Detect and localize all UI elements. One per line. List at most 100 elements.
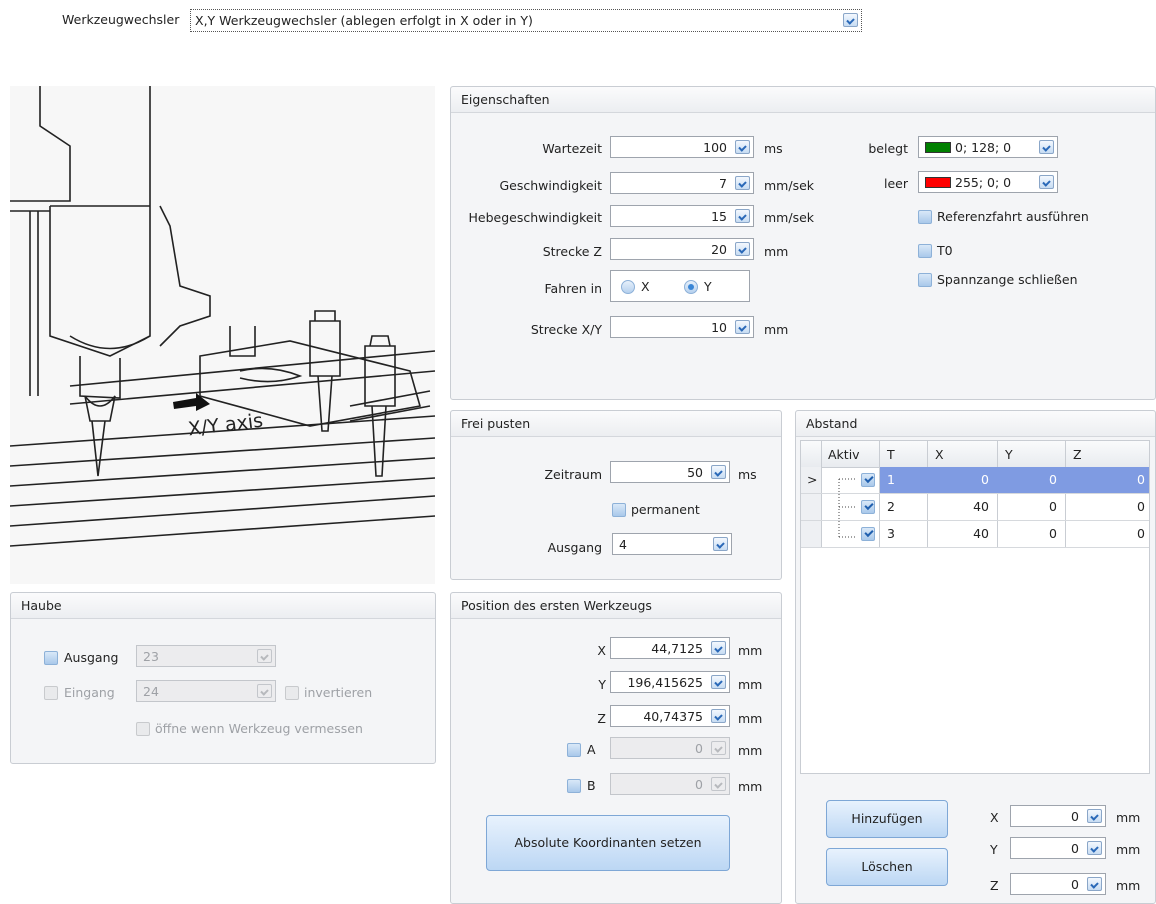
col-y: Y <box>1005 447 1013 462</box>
chevron-down-icon[interactable] <box>713 537 728 551</box>
add-button[interactable]: Hinzufügen <box>826 800 948 838</box>
ausgang-value: 4 <box>619 537 627 552</box>
abstand-z-value: 0 <box>1071 877 1079 892</box>
chevron-down-icon[interactable] <box>711 741 726 755</box>
abstand-x-input[interactable]: 0 <box>1010 805 1106 827</box>
col-t: T <box>887 447 895 462</box>
row-selector[interactable] <box>801 494 821 520</box>
haube-eingang-select[interactable]: 24 <box>136 680 276 702</box>
abstand-z-label: Z <box>990 878 999 893</box>
pos-a-unit: mm <box>738 743 763 758</box>
abstand-z-input[interactable]: 0 <box>1010 873 1106 895</box>
chevron-down-icon[interactable] <box>735 209 750 223</box>
chevron-down-icon[interactable] <box>1087 877 1102 891</box>
abstand-y-input[interactable]: 0 <box>1010 837 1106 859</box>
spannzange-checkbox[interactable] <box>918 273 932 287</box>
chevron-down-icon[interactable] <box>711 641 726 655</box>
belegt-color-select[interactable]: 0; 128; 0 <box>918 136 1058 158</box>
chevron-down-icon[interactable] <box>711 777 726 791</box>
ausgang-select[interactable]: 4 <box>612 533 732 555</box>
chevron-down-icon[interactable] <box>1087 841 1102 855</box>
permanent-checkbox[interactable] <box>612 503 626 517</box>
oeffne-checkbox[interactable] <box>136 722 150 736</box>
pos-z-input[interactable]: 40,74375 <box>610 705 730 727</box>
pos-y-input[interactable]: 196,415625 <box>610 671 730 693</box>
chevron-down-icon[interactable] <box>735 320 750 334</box>
fahren-x-label: X <box>641 279 650 294</box>
pos-b-value: 0 <box>695 777 703 792</box>
position-title: Position des ersten Werkzeugs <box>451 593 781 619</box>
chevron-down-icon[interactable] <box>257 649 272 663</box>
abstand-grid: Aktiv T X Y Z > 1 0 0 0 2 40 0 0 3 40 0 … <box>800 440 1150 774</box>
chevron-down-icon[interactable] <box>1087 809 1102 823</box>
abstand-z-unit: mm <box>1116 878 1141 893</box>
frei-pusten-title: Frei pusten <box>451 411 781 437</box>
haube-eingang-checkbox[interactable] <box>44 686 58 700</box>
invertieren-checkbox[interactable] <box>285 686 299 700</box>
pos-z-label: Z <box>597 711 606 726</box>
row-aktiv-checkbox[interactable] <box>861 473 875 487</box>
pos-b-label: B <box>587 778 596 793</box>
row-indicator-icon: > <box>807 472 818 487</box>
chevron-down-icon[interactable] <box>1039 140 1054 154</box>
chevron-down-icon[interactable] <box>843 13 858 27</box>
abstand-y-label: Y <box>990 842 998 857</box>
fahren-in-label: Fahren in <box>544 281 602 296</box>
toolchanger-value: X,Y Werkzeugwechsler (ablegen erfolgt in… <box>195 13 533 28</box>
pos-b-checkbox[interactable] <box>567 779 581 793</box>
machine-illustration: X/Y axis <box>10 86 435 584</box>
pos-z-unit: mm <box>738 711 763 726</box>
strecke-xy-value: 10 <box>711 320 727 335</box>
chevron-down-icon[interactable] <box>735 176 750 190</box>
chevron-down-icon[interactable] <box>711 675 726 689</box>
col-x: X <box>935 447 944 462</box>
row-x: 0 <box>981 472 989 487</box>
hebegeschwindigkeit-input[interactable]: 15 <box>610 205 754 227</box>
haube-ausgang-select[interactable]: 23 <box>136 645 276 667</box>
row-x: 40 <box>973 499 989 514</box>
strecke-z-value: 20 <box>711 242 727 257</box>
strecke-z-label: Strecke Z <box>542 244 602 259</box>
geschwindigkeit-input[interactable]: 7 <box>610 172 754 194</box>
referenzfahrt-checkbox[interactable] <box>918 210 932 224</box>
col-aktiv: Aktiv <box>828 447 860 462</box>
haube-ausgang-checkbox[interactable] <box>44 651 58 665</box>
chevron-down-icon[interactable] <box>735 140 750 154</box>
wartezeit-input[interactable]: 100 <box>610 136 754 158</box>
geschwindigkeit-label: Geschwindigkeit <box>499 178 602 193</box>
row-selector[interactable] <box>801 521 821 547</box>
toolchanger-label: Werkzeugwechsler <box>62 12 180 27</box>
strecke-xy-input[interactable]: 10 <box>610 316 754 338</box>
chevron-down-icon[interactable] <box>1039 175 1054 189</box>
hebegeschwindigkeit-label: Hebegeschwindigkeit <box>468 210 602 225</box>
strecke-z-input[interactable]: 20 <box>610 238 754 260</box>
strecke-xy-unit: mm <box>764 322 789 337</box>
pos-x-input[interactable]: 44,7125 <box>610 637 730 659</box>
fahren-x-radio[interactable] <box>621 280 635 294</box>
haube-eingang-label: Eingang <box>64 685 115 700</box>
wartezeit-value: 100 <box>703 140 727 155</box>
pos-b-input[interactable]: 0 <box>610 773 730 795</box>
leer-color-select[interactable]: 255; 0; 0 <box>918 171 1058 193</box>
delete-button[interactable]: Löschen <box>826 848 948 886</box>
row-aktiv-checkbox[interactable] <box>861 527 875 541</box>
referenzfahrt-label: Referenzfahrt ausführen <box>937 209 1089 224</box>
fahren-y-radio[interactable] <box>684 280 698 294</box>
chevron-down-icon[interactable] <box>711 709 726 723</box>
zeitraum-input[interactable]: 50 <box>610 461 730 483</box>
strecke-xy-label: Strecke X/Y <box>530 322 602 337</box>
leer-swatch <box>925 177 951 188</box>
t0-checkbox[interactable] <box>918 244 932 258</box>
row-x: 40 <box>973 526 989 541</box>
chevron-down-icon[interactable] <box>257 684 272 698</box>
zeitraum-unit: ms <box>738 467 757 482</box>
pos-a-input[interactable]: 0 <box>610 737 730 759</box>
set-absolute-coordinates-button[interactable]: Absolute Koordinanten setzen <box>486 815 730 871</box>
chevron-down-icon[interactable] <box>735 242 750 256</box>
row-aktiv-checkbox[interactable] <box>861 500 875 514</box>
chevron-down-icon[interactable] <box>711 465 726 479</box>
pos-a-checkbox[interactable] <box>567 743 581 757</box>
fahren-in-group: X Y <box>610 270 750 302</box>
toolchanger-select[interactable]: X,Y Werkzeugwechsler (ablegen erfolgt in… <box>190 9 862 32</box>
geschwindigkeit-value: 7 <box>719 176 727 191</box>
